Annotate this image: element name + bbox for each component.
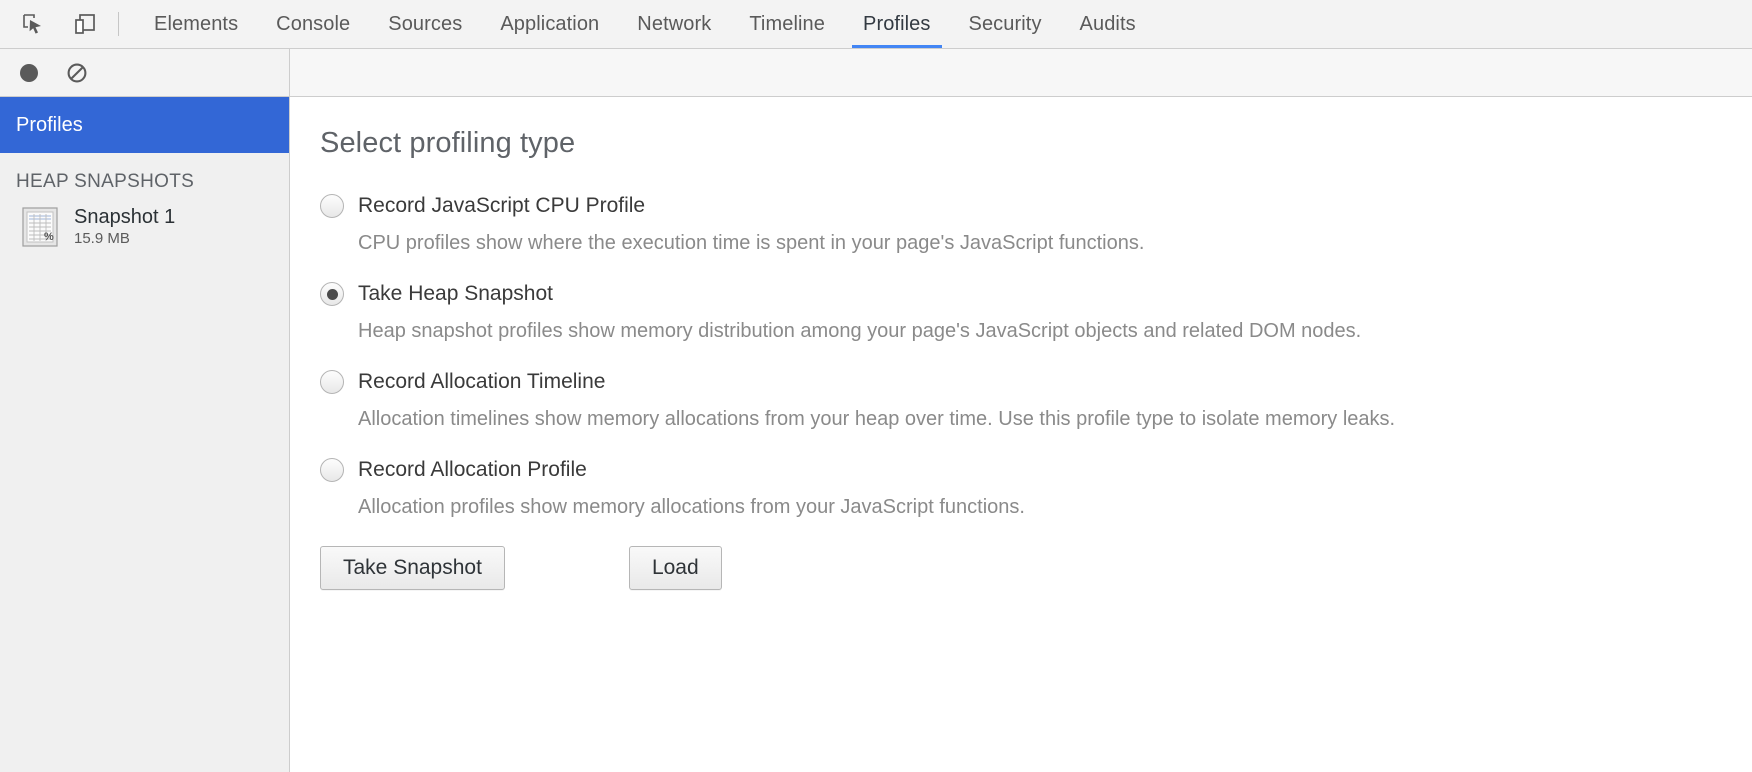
profile-launcher-panel: Select profiling type Record JavaScript … <box>290 97 1752 772</box>
toolbar-icon-group <box>0 0 104 48</box>
take-snapshot-button[interactable]: Take Snapshot <box>320 546 505 590</box>
tab-audits-label: Audits <box>1079 12 1136 35</box>
tab-security-label: Security <box>968 12 1042 35</box>
radio-record-cpu-profile[interactable] <box>320 194 344 218</box>
profile-type-option-allocation-timeline: Record Allocation Timeline Allocation ti… <box>320 370 1752 432</box>
tab-profiles[interactable]: Profiles <box>844 0 950 48</box>
tab-console[interactable]: Console <box>257 0 369 48</box>
profiles-sidebar: Profiles HEAP SNAPSHOTS % Snapshot 1 15.… <box>0 97 290 772</box>
devtools-body: Profiles HEAP SNAPSHOTS % Snapshot 1 15.… <box>0 97 1752 772</box>
tab-sources[interactable]: Sources <box>369 0 481 48</box>
list-item[interactable]: % Snapshot 1 15.9 MB <box>0 199 289 255</box>
tab-profiles-label: Profiles <box>863 12 931 35</box>
tab-audits[interactable]: Audits <box>1061 0 1155 48</box>
tab-application[interactable]: Application <box>481 0 618 48</box>
snapshot-text-group: Snapshot 1 15.9 MB <box>74 206 175 249</box>
profile-type-option-allocation-profile-row[interactable]: Record Allocation Profile <box>320 458 1752 482</box>
tab-security[interactable]: Security <box>950 0 1061 48</box>
device-toolbar-icon[interactable] <box>66 5 104 43</box>
profile-type-option-allocation-timeline-label: Record Allocation Timeline <box>358 370 606 393</box>
page-title: Select profiling type <box>320 127 576 159</box>
snapshot-size: 15.9 MB <box>74 229 130 247</box>
profile-type-option-heap-description: Heap snapshot profiles show memory distr… <box>358 320 1362 342</box>
svg-text:%: % <box>44 231 54 243</box>
profile-type-option-allocation-profile-description: Allocation profiles show memory allocati… <box>358 496 1025 518</box>
profile-type-option-cpu-description: CPU profiles show where the execution ti… <box>358 232 1145 254</box>
radio-record-allocation-timeline[interactable] <box>320 370 344 394</box>
profile-type-option-cpu-row[interactable]: Record JavaScript CPU Profile <box>320 194 1752 218</box>
profiles-subtoolbar-filler <box>290 49 1752 96</box>
sidebar-item-profiles-label: Profiles <box>16 113 83 136</box>
profile-type-option-heap-row[interactable]: Take Heap Snapshot <box>320 282 1752 306</box>
tab-elements[interactable]: Elements <box>135 0 257 48</box>
tab-timeline-label: Timeline <box>749 12 825 35</box>
panel-tabs: Elements Console Sources Application Net… <box>135 0 1155 48</box>
tab-console-label: Console <box>276 12 351 35</box>
tab-elements-label: Elements <box>154 12 239 35</box>
tab-network[interactable]: Network <box>618 0 730 48</box>
launcher-buttons: Take Snapshot Load <box>320 546 1752 590</box>
profile-type-option-allocation-profile-label: Record Allocation Profile <box>358 458 587 481</box>
devtools-window: Elements Console Sources Application Net… <box>0 0 1752 772</box>
load-button[interactable]: Load <box>628 546 722 590</box>
tab-timeline[interactable]: Timeline <box>730 0 844 48</box>
profile-type-option-heap-label: Take Heap Snapshot <box>358 282 553 305</box>
devtools-tabbar: Elements Console Sources Application Net… <box>0 0 1752 49</box>
profile-type-option-cpu-label: Record JavaScript CPU Profile <box>358 194 646 217</box>
radio-take-heap-snapshot[interactable] <box>320 282 344 306</box>
toolbar-divider <box>118 12 119 36</box>
sidebar-section-heap-snapshots: HEAP SNAPSHOTS <box>16 171 195 192</box>
profile-type-option-allocation-timeline-description: Allocation timelines show memory allocat… <box>358 408 1396 430</box>
profile-type-option-cpu: Record JavaScript CPU Profile CPU profil… <box>320 194 1752 256</box>
sidebar-item-profiles[interactable]: Profiles <box>0 97 289 153</box>
profile-type-option-heap: Take Heap Snapshot Heap snapshot profile… <box>320 282 1752 344</box>
record-circle-icon[interactable] <box>16 60 42 86</box>
profile-type-option-allocation-profile: Record Allocation Profile Allocation pro… <box>320 458 1752 520</box>
inspect-cursor-icon[interactable] <box>14 5 52 43</box>
radio-record-allocation-profile[interactable] <box>320 458 344 482</box>
profiles-subtoolbar <box>0 49 1752 97</box>
heap-snapshot-grid-icon: % <box>20 205 60 249</box>
profile-type-option-allocation-timeline-row[interactable]: Record Allocation Timeline <box>320 370 1752 394</box>
tab-sources-label: Sources <box>388 12 463 35</box>
tab-network-label: Network <box>637 12 712 35</box>
clear-prohibited-icon[interactable] <box>64 60 90 86</box>
snapshot-name: Snapshot 1 <box>74 205 176 228</box>
tab-application-label: Application <box>500 12 600 35</box>
profiles-subtoolbar-controls <box>0 49 290 96</box>
